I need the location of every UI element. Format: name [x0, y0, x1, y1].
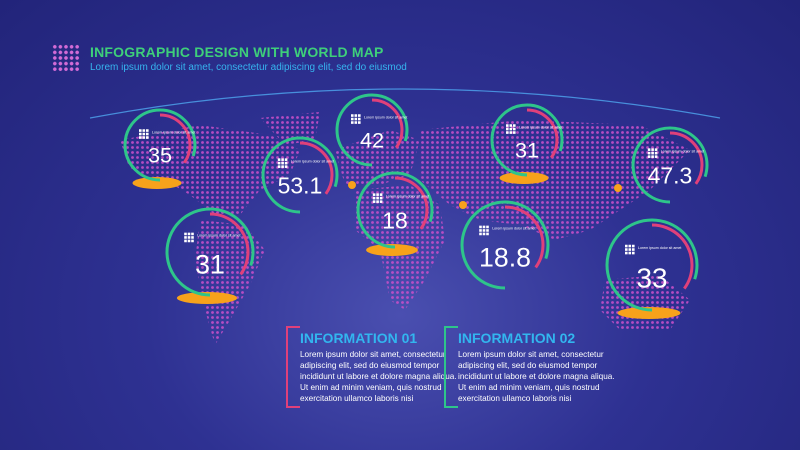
- bubble-value: 31: [195, 250, 225, 280]
- grid-icon: [479, 225, 489, 236]
- bubble-value: 42: [360, 128, 384, 153]
- page-subtitle: Lorem ipsum dolor sit amet, consectetur …: [90, 62, 407, 73]
- bubble-value: 33: [636, 263, 667, 294]
- grid-icon: [506, 124, 516, 134]
- bubble-value: 35: [148, 143, 172, 168]
- bubble-value: 53.1: [278, 173, 323, 199]
- continent-south-america: [195, 220, 265, 345]
- grid-icon: [139, 129, 149, 139]
- grid-icon: [277, 158, 288, 168]
- bubble-caption: Lorem ipsum dolor sit amet: [364, 115, 407, 119]
- bubble-value: 47.3: [648, 163, 693, 189]
- bubble-value: 31: [515, 138, 539, 163]
- dot-grid-logo-icon: [52, 44, 80, 72]
- bubble-value: 18: [382, 208, 408, 234]
- bubble-caption: Lorem ipsum dolor sit amet: [152, 130, 195, 134]
- bubble-caption: Lorem ipsum dolor sit amet: [197, 234, 240, 238]
- marker-dot: [459, 201, 467, 209]
- page-title: INFOGRAPHIC DESIGN WITH WORLD MAP: [90, 44, 384, 60]
- bracket-decoration: [286, 326, 300, 408]
- grid-icon: [372, 193, 383, 203]
- info-block-02: INFORMATION 02 Lorem ipsum dolor sit ame…: [444, 326, 615, 408]
- grid-icon: [351, 114, 361, 124]
- info-block-01: INFORMATION 01 Lorem ipsum dolor sit ame…: [286, 326, 457, 408]
- info-title: INFORMATION 01: [300, 330, 418, 346]
- bubble-caption: Lorem ipsum dolor sit amet: [291, 159, 334, 163]
- grid-icon: [184, 232, 194, 243]
- grid-icon: [647, 148, 658, 158]
- bubble-caption: Lorem ipsum dolor sit amet: [386, 194, 429, 198]
- info-title: INFORMATION 02: [458, 330, 576, 346]
- marker-dot: [614, 184, 622, 192]
- info-text: Lorem ipsum dolor sit amet, consectetur …: [458, 350, 615, 403]
- bubble-caption: Lorem ipsum dolor sit amet: [661, 149, 704, 153]
- info-text: Lorem ipsum dolor sit amet, consectetur …: [300, 350, 457, 403]
- horizon-arc: [89, 88, 721, 119]
- bubble-value: 18.8: [479, 243, 531, 273]
- bubble-caption: Lorem ipsum dolor sit amet: [492, 227, 535, 231]
- marker-dot: [348, 181, 356, 189]
- grid-icon: [625, 244, 635, 255]
- bracket-decoration: [444, 326, 458, 408]
- bubble-caption: Lorem ipsum dolor sit amet: [638, 246, 681, 250]
- bubble-caption: Lorem ipsum dolor sit amet: [519, 125, 562, 129]
